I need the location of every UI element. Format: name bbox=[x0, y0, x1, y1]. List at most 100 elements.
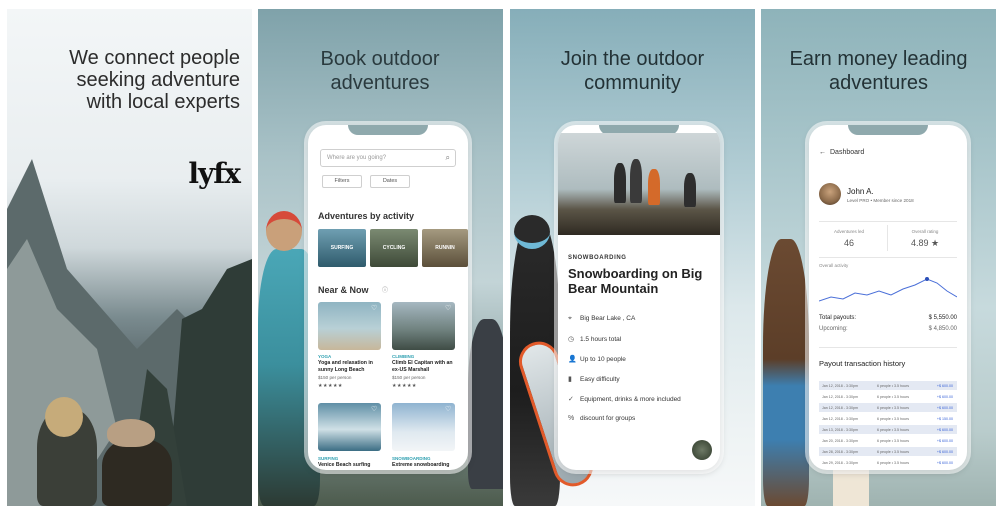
card-price: $150 per person bbox=[318, 375, 352, 380]
tx-people: 6 people • 3.5 hours bbox=[877, 460, 910, 465]
tx-date: Jan 12, 2018 - 3:30pm bbox=[822, 416, 858, 421]
tx-amount: +$ 600.00 bbox=[936, 460, 953, 465]
dashboard-title: Dashboard bbox=[830, 149, 865, 156]
back-arrow-icon[interactable]: ← bbox=[819, 149, 826, 156]
card-price: $150 per person bbox=[392, 375, 426, 380]
adventures-led-value: 46 bbox=[843, 238, 854, 248]
person-icon: 👤 bbox=[568, 356, 577, 363]
chart-icon: ▮ bbox=[568, 376, 572, 383]
near-now-title: Near & Now bbox=[318, 285, 369, 295]
table-row[interactable]: Jan 12, 2018 - 3:30pm 6 people • 3.5 hour… bbox=[819, 381, 957, 390]
tx-date: Jan 12, 2018 - 3:30pm bbox=[822, 394, 858, 399]
tx-amount: +$ 600.00 bbox=[936, 394, 953, 399]
profile-name: John A. bbox=[847, 187, 874, 196]
tx-amount: +$ 600.00 bbox=[936, 449, 953, 454]
hiker-right-hat bbox=[107, 419, 155, 447]
heart-icon[interactable]: ♡ bbox=[371, 304, 377, 312]
heart-icon[interactable]: ♡ bbox=[445, 304, 451, 312]
pin-icon: ⌖ bbox=[568, 315, 572, 322]
search-placeholder: Where are you going? bbox=[327, 155, 387, 161]
avatar[interactable] bbox=[819, 183, 841, 205]
divider bbox=[819, 257, 957, 258]
hiker-head bbox=[266, 211, 302, 251]
card-title[interactable]: Extreme snowboarding bbox=[392, 462, 456, 469]
card-tag: SNOWBOARDING bbox=[392, 456, 431, 461]
feature-row: % discount for groups bbox=[568, 415, 635, 422]
dates-button[interactable]: Dates bbox=[370, 175, 410, 188]
table-row[interactable]: Jan 28, 2018 - 3:30pm 6 people • 3.5 hour… bbox=[819, 447, 957, 456]
hiker-left-hair bbox=[45, 397, 83, 437]
phone-notch bbox=[348, 125, 428, 135]
hero-person bbox=[630, 159, 642, 203]
adventures-led-label: Adventures led bbox=[833, 229, 865, 234]
dashboard-header: ← Dashboard bbox=[819, 149, 864, 156]
table-row[interactable]: Jan 12, 2018 - 3:30pm 6 people • 3.5 hour… bbox=[819, 392, 957, 401]
phone-adventure-detail: SNOWBOARDING Snowboarding on Big Bear Mo… bbox=[558, 125, 720, 470]
feature-row: ◷ 1.5 hours total bbox=[568, 335, 621, 343]
table-row[interactable]: Jan 20, 2018 - 3:30pm 6 people • 3.5 hour… bbox=[819, 436, 957, 445]
activity-tile-surfing[interactable]: SURFING bbox=[318, 229, 366, 267]
search-input[interactable]: Where are you going? ⌕ bbox=[320, 149, 456, 167]
card-tag: CLIMBING bbox=[392, 354, 415, 359]
feature-text: 1.5 hours total bbox=[580, 336, 622, 343]
panel-headline: We connect people seeking adventure with… bbox=[69, 47, 240, 113]
hiker-right bbox=[102, 439, 172, 506]
heart-icon[interactable]: ♡ bbox=[445, 405, 451, 413]
rating-label: Overall rating bbox=[911, 229, 939, 234]
card-rating: ★★★★★ bbox=[318, 383, 343, 389]
adventure-hero-image bbox=[558, 133, 720, 235]
feature-row: ⌖ Big Bear Lake , CA bbox=[568, 315, 635, 323]
tx-people: 6 people • 3.5 hours bbox=[877, 427, 910, 432]
clock-icon: ◷ bbox=[568, 336, 575, 343]
search-icon: ⌕ bbox=[445, 153, 450, 162]
percent-icon: % bbox=[568, 415, 575, 422]
table-row[interactable]: Jan 13, 2018 - 3:30pm 6 people • 3.5 hour… bbox=[819, 425, 957, 434]
hero-person bbox=[614, 163, 626, 203]
activity-tile-running[interactable]: RUNNIN bbox=[422, 229, 468, 267]
phone-booking: Where are you going? ⌕ Filters Dates Adv… bbox=[308, 125, 468, 470]
feature-row: ✓ Equipment, drinks & more included bbox=[568, 395, 681, 403]
table-row[interactable]: Jan 12, 2018 - 3:30pm 6 people • 3.5 hour… bbox=[819, 403, 957, 412]
tx-people: 6 people • 3.5 hours bbox=[877, 438, 910, 443]
divider bbox=[887, 225, 888, 251]
panel-book: Where are you going? ⌕ Filters Dates Adv… bbox=[258, 9, 503, 506]
total-payouts-value: $ 5,550.00 bbox=[928, 315, 957, 321]
tx-amount: +$ 600.00 bbox=[936, 438, 953, 443]
tx-amount: +$ 150.00 bbox=[936, 416, 953, 421]
panel-headline-text: Earn money leading adventures bbox=[789, 48, 968, 94]
tx-people: 6 people • 3.5 hours bbox=[877, 405, 910, 410]
card-tag: SURFING bbox=[318, 456, 339, 461]
lyfx-logo: lyfx bbox=[188, 157, 241, 190]
upcoming-value: $ 4,850.00 bbox=[928, 326, 957, 332]
feature-text: Easy difficulty bbox=[580, 376, 620, 383]
panel-headline: Join the outdoor community bbox=[530, 47, 735, 95]
card-title[interactable]: Venice Beach surfing bbox=[318, 462, 382, 469]
table-row[interactable]: Jan 12, 2018 - 3:30pm 6 people • 3.5 hour… bbox=[819, 414, 957, 423]
tx-date: Jan 12, 2018 - 3:30pm bbox=[822, 405, 858, 410]
card-rating: ★★★★★ bbox=[392, 383, 417, 389]
hero-person bbox=[684, 173, 696, 207]
activity-tile-cycling[interactable]: CYCLING bbox=[370, 229, 418, 267]
filters-button[interactable]: Filters bbox=[322, 175, 362, 188]
adventure-title: Snowboarding on Big Bear Mountain bbox=[568, 266, 703, 296]
feature-text: Up to 10 people bbox=[580, 356, 626, 363]
profile-level: Level PRO • Member since 2018 bbox=[847, 198, 914, 203]
check-icon: ✓ bbox=[568, 396, 574, 403]
feature-text: Big Bear Lake , CA bbox=[580, 315, 636, 322]
card-tag: YOGA bbox=[318, 354, 332, 359]
divider bbox=[819, 221, 957, 222]
history-title: Payout transaction history bbox=[819, 359, 906, 368]
card-title[interactable]: Yoga and relaxation in sunny Long Beach bbox=[318, 360, 382, 373]
by-activity-title: Adventures by activity bbox=[318, 211, 415, 221]
table-row[interactable]: Jan 29, 2018 - 3:30pm 6 people • 3.5 hour… bbox=[819, 458, 957, 467]
card-title[interactable]: Climb El Capitan with an ex-US Marshall bbox=[392, 360, 456, 373]
tx-people: 6 people • 3.5 hours bbox=[877, 449, 910, 454]
heart-icon[interactable]: ♡ bbox=[371, 405, 377, 413]
panel-headline-text: Join the outdoor community bbox=[560, 48, 705, 94]
feature-row: 👤 Up to 10 people bbox=[568, 355, 626, 363]
rating-value: 4.89 ★ bbox=[910, 238, 940, 248]
tx-amount: +$ 600.00 bbox=[936, 383, 953, 388]
divider bbox=[819, 347, 957, 348]
cyclist-figure bbox=[468, 319, 503, 489]
guide-avatar[interactable] bbox=[692, 440, 712, 460]
